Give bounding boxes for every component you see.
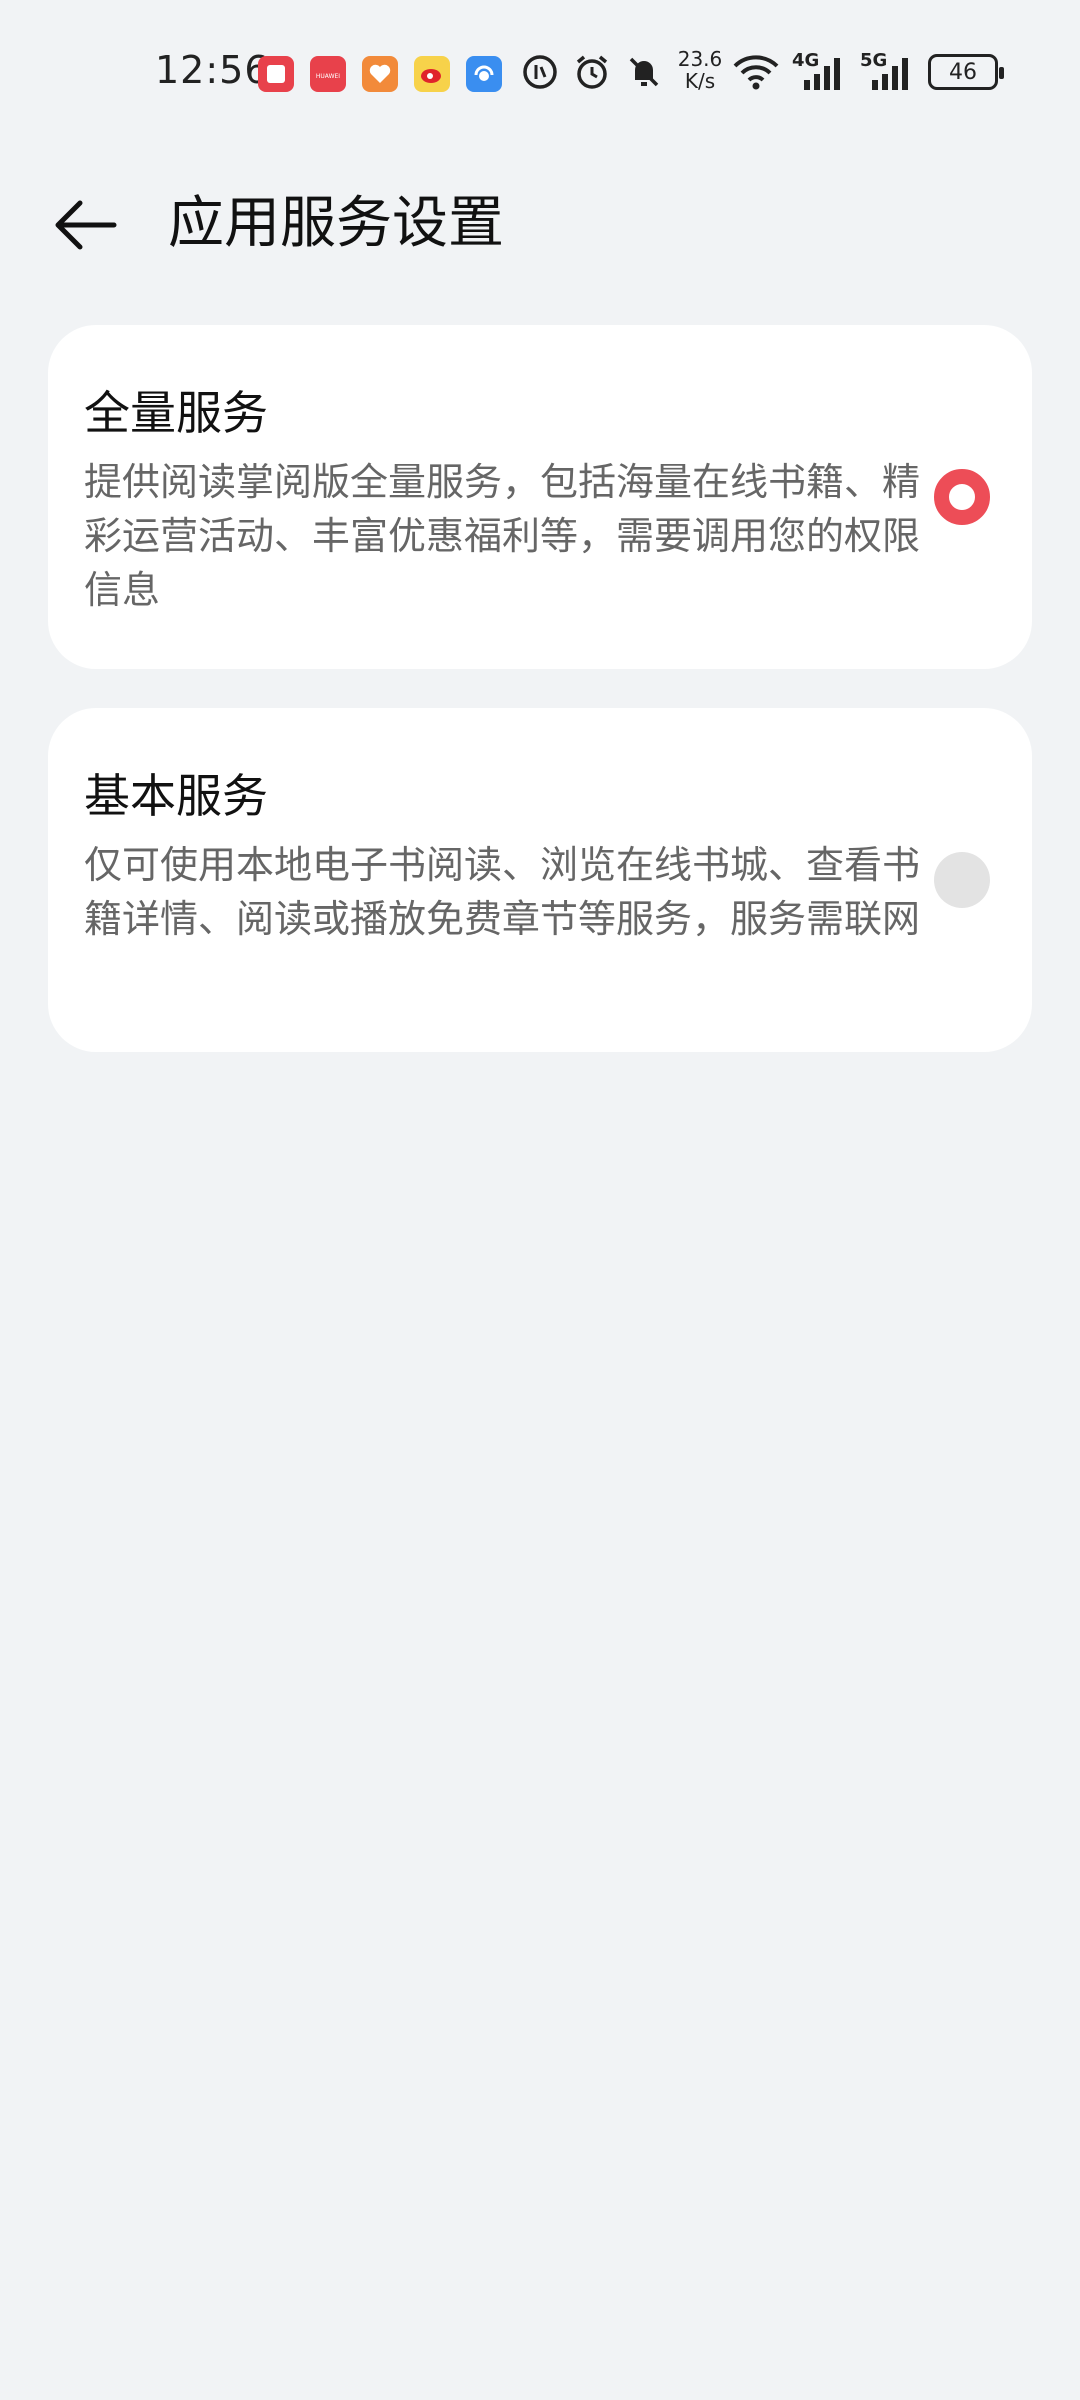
option-title: 全量服务: [84, 386, 268, 440]
alarm-icon: [570, 50, 614, 94]
basic-service-card[interactable]: 基本服务 仅可使用本地电子书阅读、浏览在线书城、查看书籍详情、阅读或播放免费章节…: [48, 708, 1032, 1052]
network-speed: 23.6 K/s: [670, 48, 730, 92]
full-service-card[interactable]: 全量服务 提供阅读掌阅版全量服务，包括海量在线书籍、精彩运营活动、丰富优惠福利等…: [48, 325, 1032, 669]
signal-4g-icon: 4G: [790, 50, 850, 94]
network-speed-unit: K/s: [684, 69, 716, 93]
wifi-icon: [730, 50, 782, 94]
battery-level: 46: [949, 59, 977, 85]
huawei-store-icon: HUAWEI: [310, 56, 346, 92]
app-header: 应用服务设置: [0, 150, 1080, 270]
network-speed-value: 23.6: [677, 47, 723, 71]
weibo-icon: [414, 56, 450, 92]
huawei-store-label: HUAWEI: [316, 73, 340, 80]
arrow-left-icon: [55, 200, 117, 250]
option-description: 仅可使用本地电子书阅读、浏览在线书城、查看书籍详情、阅读或播放免费章节等服务，服…: [84, 843, 921, 941]
back-button[interactable]: [40, 180, 130, 270]
basic-service-radio[interactable]: [934, 852, 990, 908]
nfc-icon: [520, 50, 560, 94]
support-app-icon: [466, 56, 502, 92]
full-service-radio[interactable]: [934, 469, 990, 525]
status-time: 12:56: [155, 48, 270, 92]
option-description: 提供阅读掌阅版全量服务，包括海量在线书籍、精彩运营活动、丰富优惠福利等，需要调用…: [84, 460, 921, 612]
battery-indicator: 46: [928, 54, 1004, 90]
signal-5g-label: 5G: [860, 50, 888, 71]
mute-icon: [622, 50, 666, 94]
books-app-icon: [258, 56, 294, 92]
signal-4g-label: 4G: [792, 50, 820, 71]
health-app-icon: [362, 56, 398, 92]
status-bar: 12:56 HUAWEI 23.6 K/s 4G 5G 46: [0, 0, 1080, 120]
option-title: 基本服务: [84, 769, 268, 823]
signal-5g-icon: 5G: [858, 50, 918, 94]
page-title: 应用服务设置: [168, 191, 504, 256]
